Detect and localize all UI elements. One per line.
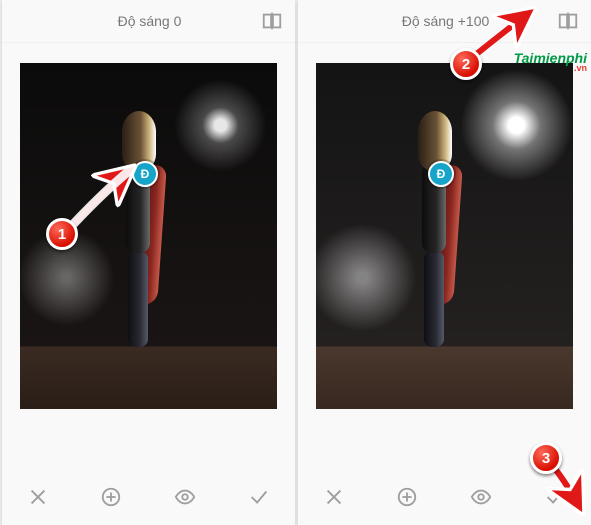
watermark: Taimienphi.vn: [514, 50, 587, 73]
callout-2: 2: [450, 48, 482, 80]
callout-1: 1: [46, 218, 78, 250]
callout-3: 3: [530, 442, 562, 474]
annotation-arrows: [0, 0, 591, 525]
